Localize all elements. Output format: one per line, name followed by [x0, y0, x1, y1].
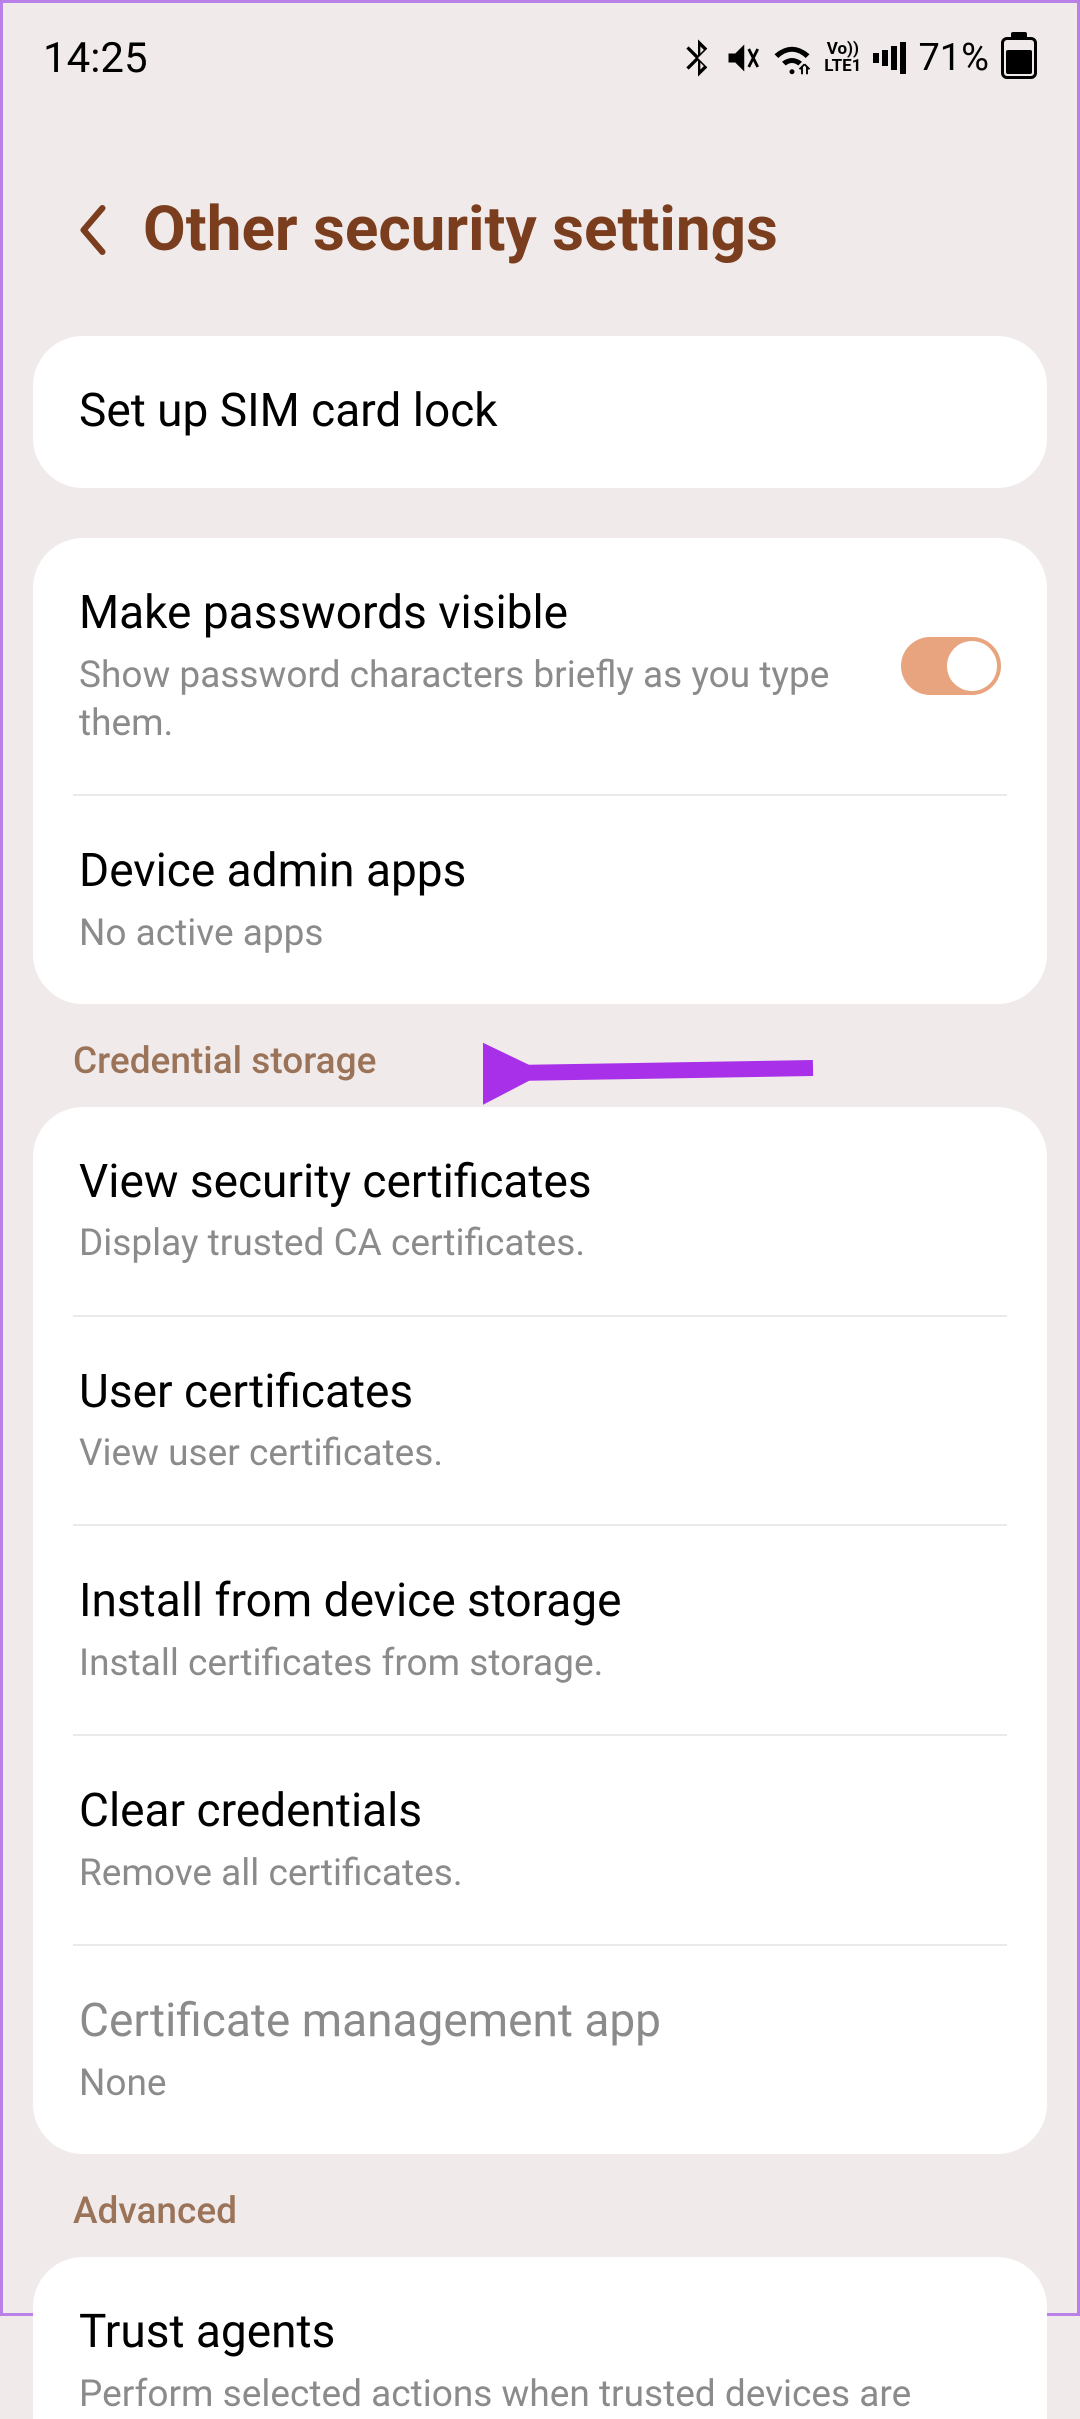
item-make-passwords-visible[interactable]: Make passwords visible Show password cha…	[33, 538, 1047, 794]
status-bar: 14:25 Vo)) LTE1 71%	[3, 3, 1077, 103]
item-title: Make passwords visible	[79, 584, 881, 644]
signal-icon	[873, 42, 906, 74]
item-title: Certificate management app	[79, 1992, 1001, 2052]
section-sim: Set up SIM card lock	[33, 336, 1047, 488]
item-subtitle: Install certificates from storage.	[79, 1640, 1001, 1688]
item-subtitle: View user certificates.	[79, 1430, 1001, 1478]
section-label-credential: Credential storage	[3, 1004, 1077, 1107]
section-advanced: Trust agents Perform selected actions wh…	[33, 2257, 1047, 2419]
back-button[interactable]	[73, 210, 113, 250]
item-subtitle: Remove all certificates.	[79, 1850, 1001, 1898]
battery-icon	[1001, 37, 1037, 79]
status-time: 14:25	[43, 34, 148, 83]
item-device-admin-apps[interactable]: Device admin apps No active apps	[33, 796, 1047, 1004]
item-title: User certificates	[79, 1363, 1001, 1423]
section-label-advanced: Advanced	[3, 2154, 1077, 2257]
item-subtitle: Perform selected actions when trusted de…	[79, 2371, 1001, 2419]
section-passwords: Make passwords visible Show password cha…	[33, 538, 1047, 1004]
item-subtitle: None	[79, 2060, 1001, 2108]
item-sim-card-lock[interactable]: Set up SIM card lock	[33, 336, 1047, 488]
item-title: Set up SIM card lock	[79, 382, 1001, 442]
wifi-icon	[772, 41, 812, 75]
battery-percent: 71%	[918, 36, 989, 80]
chevron-left-icon	[77, 205, 109, 255]
item-subtitle: Show password characters briefly as you …	[79, 652, 881, 748]
item-clear-credentials[interactable]: Clear credentials Remove all certificate…	[33, 1736, 1047, 1944]
page-header: Other security settings	[3, 103, 1077, 336]
item-view-security-certificates[interactable]: View security certificates Display trust…	[33, 1107, 1047, 1315]
mute-icon	[724, 40, 760, 76]
item-user-certificates[interactable]: User certificates View user certificates…	[33, 1317, 1047, 1525]
page-title: Other security settings	[143, 193, 778, 266]
item-title: Trust agents	[79, 2303, 1001, 2363]
item-trust-agents[interactable]: Trust agents Perform selected actions wh…	[33, 2257, 1047, 2419]
item-certificate-management-app: Certificate management app None	[33, 1946, 1047, 2154]
item-install-from-storage[interactable]: Install from device storage Install cert…	[33, 1526, 1047, 1734]
item-subtitle: No active apps	[79, 910, 1001, 958]
bluetooth-icon	[684, 39, 712, 77]
item-title: View security certificates	[79, 1153, 1001, 1213]
toggle-passwords-visible[interactable]	[901, 637, 1001, 695]
status-icons: Vo)) LTE1 71%	[684, 36, 1037, 80]
item-title: Device admin apps	[79, 842, 1001, 902]
section-credential: View security certificates Display trust…	[33, 1107, 1047, 2154]
item-subtitle: Display trusted CA certificates.	[79, 1220, 1001, 1268]
volte-icon: Vo)) LTE1	[824, 41, 861, 75]
item-title: Install from device storage	[79, 1572, 1001, 1632]
item-title: Clear credentials	[79, 1782, 1001, 1842]
